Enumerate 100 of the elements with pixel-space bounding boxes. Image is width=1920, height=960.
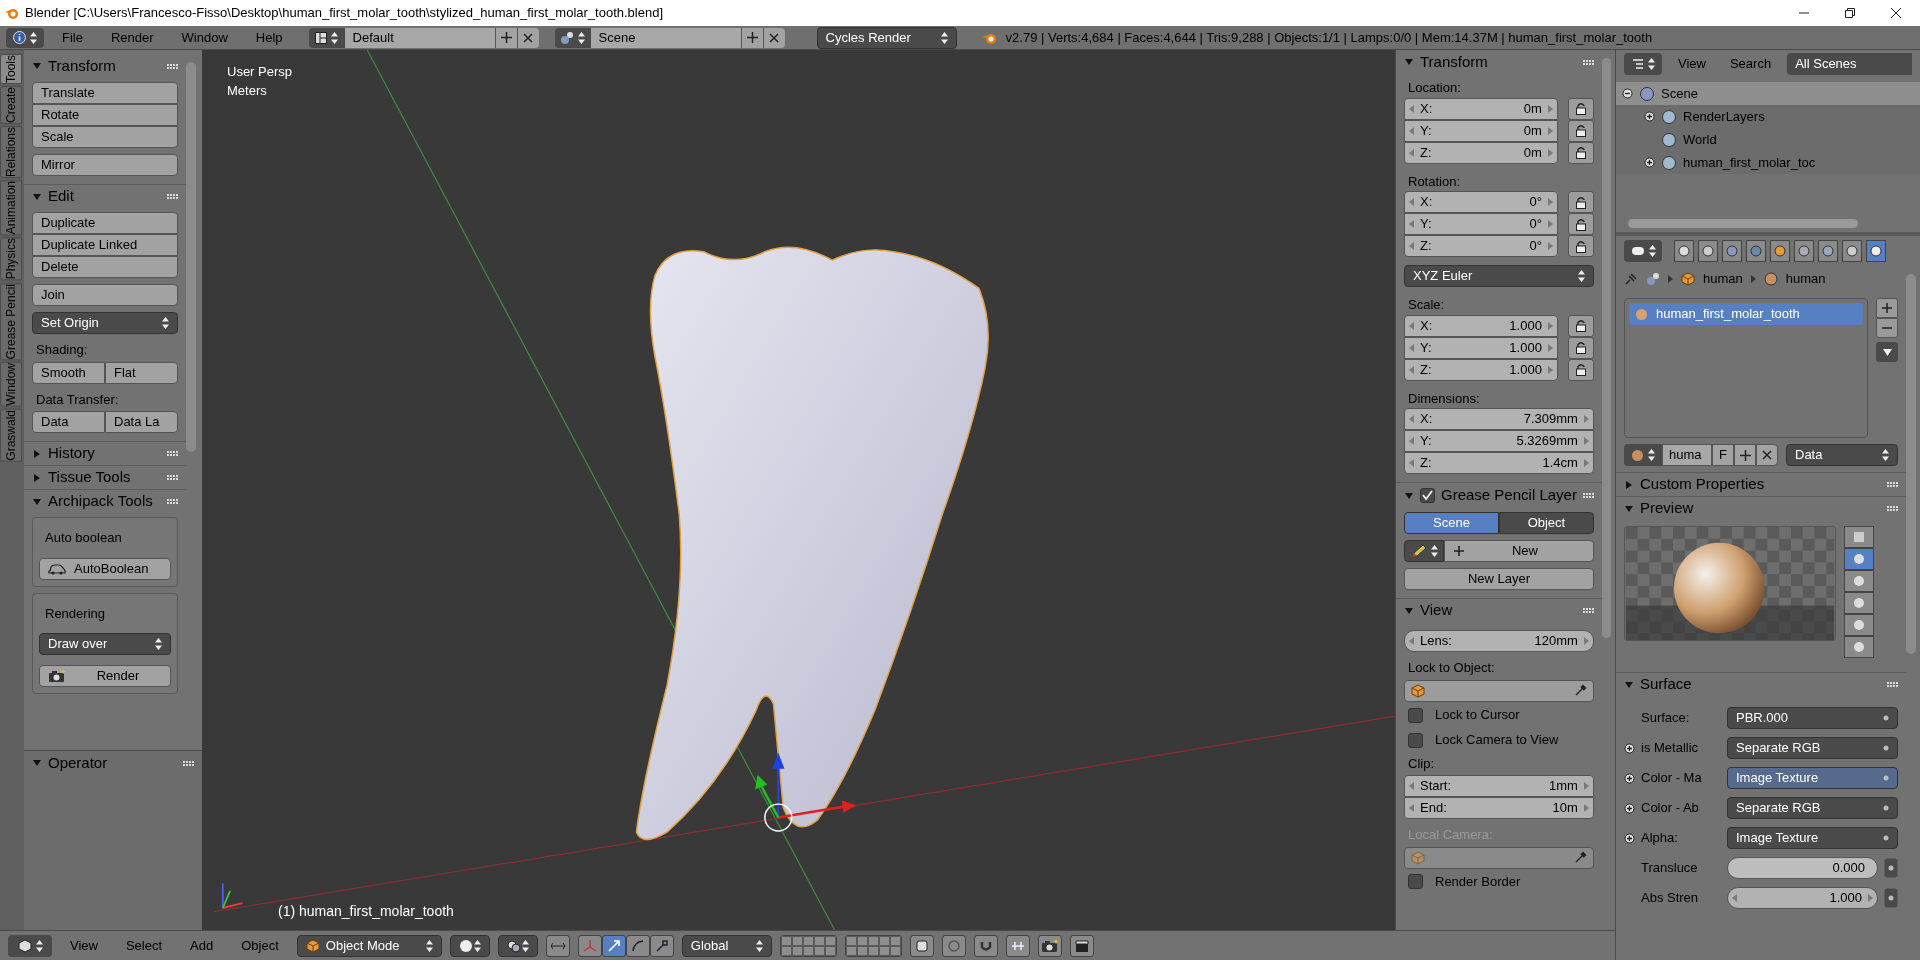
rotation-mode-dropdown[interactable]: XYZ Euler xyxy=(1404,265,1594,287)
lock-toggle[interactable] xyxy=(1567,141,1594,164)
scene-browse-button[interactable] xyxy=(554,27,591,48)
menu-item[interactable]: File xyxy=(52,27,93,48)
tool-button[interactable]: Rotate xyxy=(32,104,178,126)
remove-scene-button[interactable] xyxy=(762,27,785,48)
lock-toggle[interactable] xyxy=(1567,314,1594,337)
expand-triangle-icon[interactable] xyxy=(32,448,42,459)
panel-title[interactable]: Custom Properties xyxy=(1640,473,1881,496)
panel-title[interactable]: Surface xyxy=(1640,673,1881,696)
panel-title[interactable]: Operator xyxy=(48,751,177,775)
panel-title[interactable]: Tissue Tools xyxy=(48,466,161,489)
number-field[interactable]: Y: 5.3269mm xyxy=(1404,430,1594,452)
number-field[interactable]: 1.000 xyxy=(1727,887,1878,909)
collapse-triangle-icon[interactable] xyxy=(32,61,42,71)
add-scene-button[interactable] xyxy=(740,27,763,48)
link-dropdown[interactable]: Data xyxy=(1786,444,1898,466)
number-field[interactable]: Y: 0° xyxy=(1404,213,1558,235)
checkbox[interactable] xyxy=(1408,732,1423,748)
editor-type-button[interactable] xyxy=(6,27,44,48)
tool-button[interactable]: Render xyxy=(39,665,171,687)
lock-toggle[interactable] xyxy=(1567,213,1594,235)
render-animation-button[interactable] xyxy=(1069,934,1094,957)
dropdown[interactable]: Set Origin xyxy=(32,312,178,334)
panel-title[interactable]: Transform xyxy=(48,54,161,78)
node-link-dropdown[interactable]: Image Texture xyxy=(1727,767,1898,789)
preview-shape-button[interactable] xyxy=(1844,636,1874,658)
context-tab[interactable] xyxy=(1674,240,1694,262)
preview-shape-button[interactable] xyxy=(1844,592,1874,614)
pivot-dropdown[interactable] xyxy=(497,934,538,957)
menu-item[interactable]: Search xyxy=(1721,54,1780,74)
expand-triangle-icon[interactable] xyxy=(32,472,42,483)
lock-toggle[interactable] xyxy=(1567,235,1594,257)
material-name-field[interactable]: huma xyxy=(1662,444,1712,466)
number-field[interactable]: Z: 0° xyxy=(1404,235,1558,257)
editor-type-button[interactable] xyxy=(1624,240,1662,262)
menu-item[interactable]: View xyxy=(60,935,108,956)
checkbox-label[interactable]: Render Border xyxy=(1435,871,1521,892)
scale-toggle[interactable] xyxy=(649,934,674,957)
panel-title[interactable]: View xyxy=(1420,599,1577,622)
context-tab[interactable] xyxy=(1722,240,1742,262)
editor-type-button[interactable] xyxy=(1624,53,1662,75)
number-field[interactable]: X: 0m xyxy=(1404,97,1558,120)
menu-item[interactable]: View xyxy=(1670,54,1714,74)
expand-icon[interactable] xyxy=(1624,772,1635,784)
new-material-button[interactable] xyxy=(1734,444,1756,466)
new-layer-button[interactable]: New Layer xyxy=(1404,568,1594,590)
expand-icon[interactable] xyxy=(1644,157,1655,168)
collapse-triangle-icon[interactable] xyxy=(1404,490,1414,501)
node-link-dropdown[interactable]: Separate RGB xyxy=(1727,797,1898,819)
pencil-dropdown[interactable] xyxy=(1404,540,1444,562)
scrollbar[interactable] xyxy=(1601,58,1611,638)
slot-menu-button[interactable] xyxy=(1876,342,1898,362)
menu-item[interactable]: Help xyxy=(245,27,293,48)
remove-layout-button[interactable] xyxy=(516,27,539,48)
rotate-toggle[interactable] xyxy=(625,934,650,957)
lock-toggle[interactable] xyxy=(1567,358,1594,381)
collapse-triangle-icon[interactable] xyxy=(1404,57,1414,67)
breadcrumb-item[interactable]: human xyxy=(1703,269,1743,289)
context-tab[interactable] xyxy=(1842,240,1862,262)
add-layout-button[interactable] xyxy=(494,27,517,48)
checkbox[interactable] xyxy=(1408,707,1423,723)
collapse-triangle-icon[interactable] xyxy=(1624,503,1634,514)
context-tab[interactable] xyxy=(1770,240,1790,262)
node-link-dropdown[interactable]: Image Texture xyxy=(1727,827,1898,849)
tool-tab[interactable]: Window xyxy=(0,362,22,407)
panel-title[interactable]: History xyxy=(48,442,161,465)
number-field[interactable]: X: 0° xyxy=(1404,191,1558,213)
tool-button[interactable]: Duplicate xyxy=(32,212,178,234)
tool-button[interactable]: Delete xyxy=(32,256,178,278)
tool-button[interactable]: Data La xyxy=(105,411,178,433)
slider[interactable]: 0.000 xyxy=(1727,857,1878,879)
node-link-dropdown[interactable]: PBR.000 xyxy=(1727,707,1898,729)
3d-viewport[interactable]: User Persp Meters (1) human_first_molar_tooth xyxy=(202,50,1395,930)
translate-toggle[interactable] xyxy=(601,934,626,957)
new-button[interactable]: New xyxy=(1444,540,1594,562)
collapse-triangle-icon[interactable] xyxy=(32,758,42,768)
expand-icon[interactable] xyxy=(1644,111,1655,122)
tool-button[interactable]: Scale xyxy=(32,126,178,148)
tool-button[interactable]: Flat xyxy=(105,361,178,384)
number-field[interactable]: Start: 1mm xyxy=(1404,775,1594,797)
outliner-row[interactable]: human_first_molar_toc xyxy=(1616,151,1920,174)
lock-layers-toggle[interactable] xyxy=(909,934,934,957)
number-field[interactable]: Z: 1.4cm xyxy=(1404,452,1594,474)
source-tab[interactable]: Object xyxy=(1498,512,1594,534)
number-field[interactable]: X: 7.309mm xyxy=(1404,408,1594,430)
add-slot-button[interactable] xyxy=(1876,298,1898,318)
menu-item[interactable]: Window xyxy=(171,27,238,48)
menu-item[interactable]: Render xyxy=(100,27,164,48)
dropdown[interactable]: Draw over xyxy=(39,633,171,655)
manipulator-toggle[interactable] xyxy=(545,934,570,957)
orientation-dropdown[interactable]: Global xyxy=(681,934,772,957)
scrollbar[interactable] xyxy=(186,62,196,452)
tool-tab[interactable]: Physics xyxy=(0,237,22,281)
tooth-model-drawing[interactable] xyxy=(635,246,989,841)
remove-slot-button[interactable] xyxy=(1876,318,1898,338)
source-tab[interactable]: Scene xyxy=(1404,512,1499,534)
fake-user-button[interactable]: F xyxy=(1712,444,1734,466)
lock-toggle[interactable] xyxy=(1567,119,1594,142)
mode-dropdown[interactable]: Object Mode xyxy=(296,934,442,957)
